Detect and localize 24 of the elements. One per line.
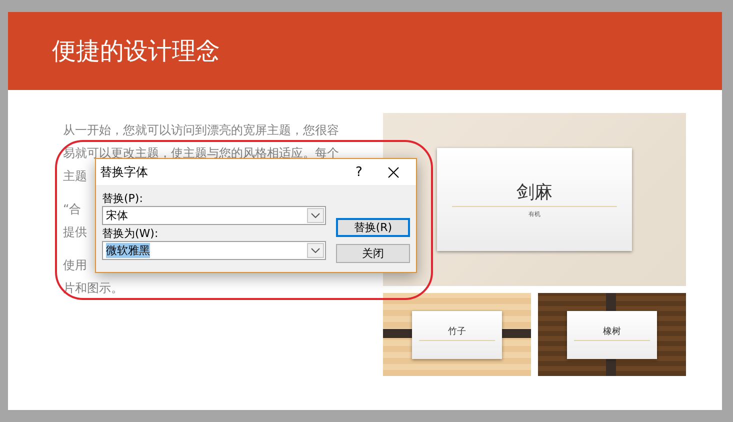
chevron-down-icon — [311, 248, 320, 253]
body-text: 提供 — [63, 224, 87, 241]
card-title: 竹子 — [448, 326, 466, 338]
combobox-value: 宋体 — [106, 208, 128, 223]
dropdown-button[interactable] — [307, 208, 324, 223]
dialog-button[interactable]: 替换(R) — [336, 218, 410, 237]
chevron-down-icon — [311, 213, 320, 218]
body-text: “合 — [63, 201, 82, 218]
dialog-button[interactable]: 关闭 — [336, 244, 410, 263]
field-label: 替换(P): — [102, 191, 143, 206]
slide-title: 便捷的设计理念 — [52, 36, 220, 67]
field-label: 替换为(W): — [102, 226, 158, 241]
combobox-value: 微软雅黑 — [106, 243, 150, 258]
dialog-title: 替换字体 — [100, 164, 149, 180]
body-text: 主题 — [63, 168, 87, 185]
font-combobox[interactable]: 微软雅黑 — [102, 241, 326, 260]
card-title: 剑麻 — [516, 181, 552, 204]
font-combobox[interactable]: 宋体 — [102, 206, 326, 225]
help-button[interactable]: ? — [342, 160, 376, 184]
close-icon — [388, 166, 398, 178]
body-text: 使用 — [63, 257, 87, 274]
card-title: 橡树 — [603, 326, 621, 338]
dropdown-button[interactable] — [307, 243, 324, 258]
body-text: 从一开始，您就可以访问到漂亮的宽屏主题，您很容 — [63, 122, 339, 139]
